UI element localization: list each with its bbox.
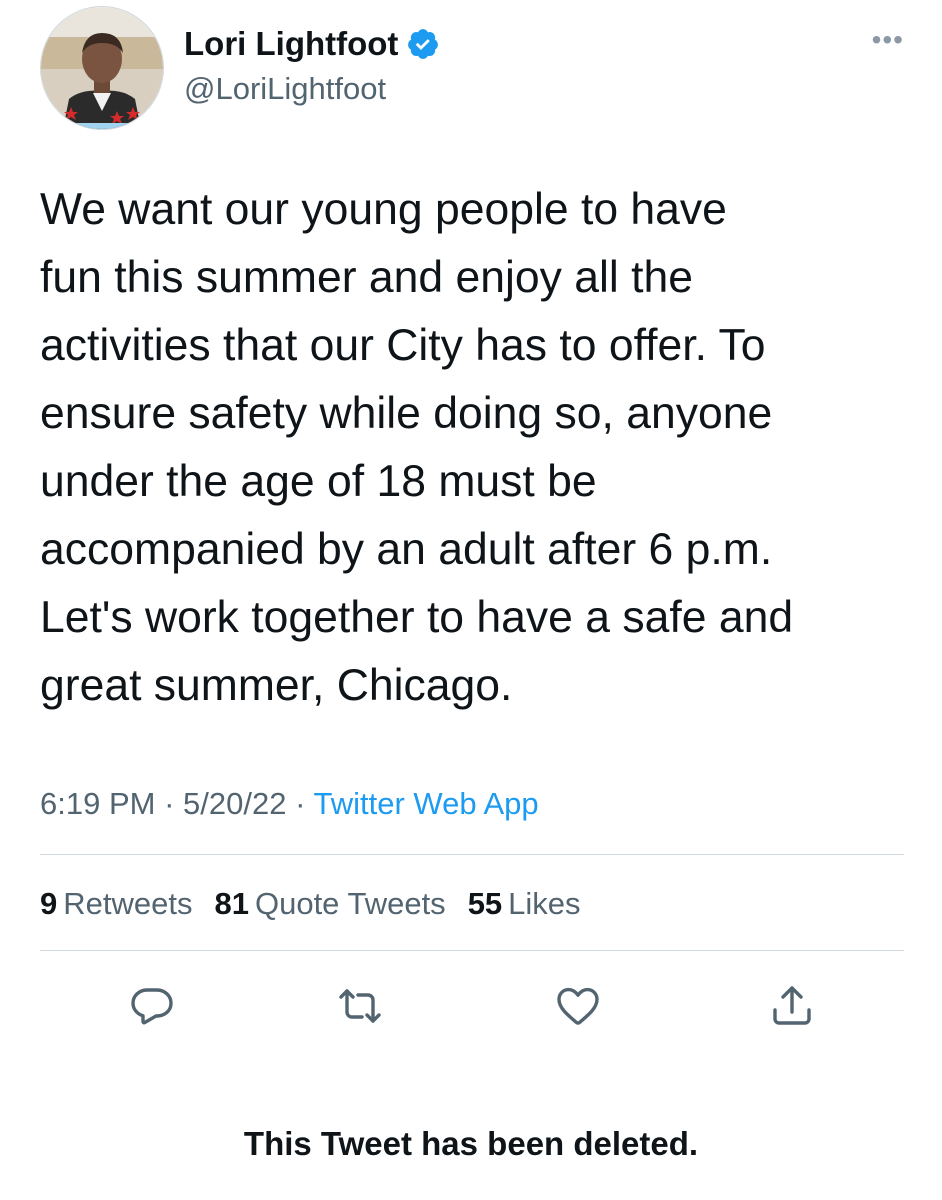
retweet-icon [339,989,381,1023]
meta-separator: · [295,786,306,821]
tweet-time[interactable]: 6:19 PM [40,786,155,821]
like-icon [557,987,599,1025]
quote-tweets-count: 81 [214,886,249,921]
author-name-row: Lori Lightfoot [184,24,440,64]
quote-tweets-label: Quote Tweets [254,886,446,921]
likes-stat[interactable]: 55 Likes [468,882,581,926]
profile-photo [41,7,163,129]
reply-icon [131,988,173,1025]
retweets-count: 9 [40,886,58,921]
retweet-button[interactable] [332,978,388,1034]
divider [40,854,904,855]
likes-count: 55 [467,886,503,921]
like-button[interactable] [550,978,606,1034]
reply-button[interactable] [124,978,180,1034]
quote-tweets-stat[interactable]: 81 Quote Tweets [214,882,445,926]
share-icon [773,986,811,1025]
avatar[interactable] [40,6,164,130]
tweet-date[interactable]: 5/20/22 [183,786,286,821]
tweet-actions-bar [0,978,942,1038]
retweets-stat[interactable]: 9 Retweets [40,882,192,926]
author-handle[interactable]: @LoriLightfoot [184,70,386,108]
divider [40,950,904,951]
tweet-text: We want our young people to have fun thi… [40,185,794,710]
author-display-name[interactable]: Lori Lightfoot [184,24,398,64]
retweets-label: Retweets [63,886,193,921]
likes-label: Likes [508,886,581,921]
tweet-source-link[interactable]: Twitter Web App [313,786,538,821]
tweet-metadata: 6:19 PM · 5/20/22 · Twitter Web App [40,782,539,826]
deleted-tweet-notice: This Tweet has been deleted. [243,1125,699,1162]
share-button[interactable] [764,978,820,1034]
tweet-stats: 9 Retweets 81 Quote Tweets 55 Likes [40,882,581,926]
meta-separator: · [164,786,175,821]
more-options-icon[interactable]: ••• [872,26,904,54]
verified-badge-icon [406,27,440,61]
